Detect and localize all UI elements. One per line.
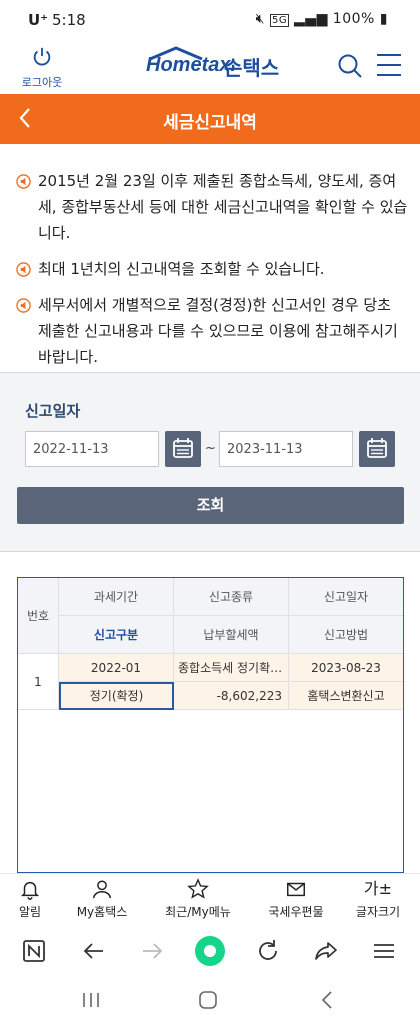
status-icons: 🔇︎ 5G ▂▄▆ 100% ▮ xyxy=(256,11,388,27)
nav-my-hometax[interactable]: My홈택스 xyxy=(60,874,144,926)
speaker-bullet-icon xyxy=(16,298,31,313)
calendar-icon xyxy=(173,438,193,458)
start-date-calendar-button[interactable] xyxy=(165,431,201,467)
nav-tax-mail[interactable]: 국세우편물 xyxy=(254,874,338,926)
notice-list: 2015년 2월 23일 이후 제출된 종합소득세, 양도세, 증여세, 종합부… xyxy=(16,168,408,380)
carrier-label: U⁺ xyxy=(28,11,49,29)
system-navigation-bar xyxy=(0,977,420,1024)
notice-text: 2015년 2월 23일 이후 제출된 종합소득세, 양도세, 증여세, 종합부… xyxy=(38,172,408,242)
query-button[interactable]: 조회 xyxy=(17,487,404,524)
mail-icon xyxy=(287,882,305,897)
browser-share-button[interactable] xyxy=(310,935,342,967)
report-date-label: 신고일자 xyxy=(25,402,81,420)
battery-label: 100% xyxy=(332,11,375,27)
end-date-calendar-button[interactable] xyxy=(359,431,395,467)
date-separator: ~ xyxy=(205,441,216,456)
page-title-bar: 세금신고내역 xyxy=(0,94,420,144)
clock: 5:18 xyxy=(52,11,86,29)
report-history-table: 번호 과세기간 신고종류 신고일자 신고구분 납부할세액 신고방법 1 2022… xyxy=(17,577,404,873)
status-bar: U⁺ 5:18 🔇︎ 5G ▂▄▆ 100% ▮ xyxy=(0,0,420,40)
green-dot-icon xyxy=(195,936,225,966)
browser-toolbar xyxy=(0,925,420,977)
naver-n-icon xyxy=(23,940,45,962)
browser-refresh-button[interactable] xyxy=(252,935,284,967)
app-header: 로그아웃 Hometax. 손택스 xyxy=(0,40,420,94)
nav-label: 최근/My메뉴 xyxy=(165,905,231,919)
column-header-category: 신고구분 xyxy=(59,616,174,654)
system-back-icon[interactable] xyxy=(318,990,336,1010)
search-button[interactable] xyxy=(336,52,364,80)
menu-line xyxy=(377,74,401,76)
menu-line xyxy=(377,64,401,66)
green-dot-button[interactable] xyxy=(194,935,226,967)
hamburger-icon xyxy=(374,944,394,958)
home-icon[interactable] xyxy=(198,990,218,1010)
column-header-no: 번호 xyxy=(18,578,59,654)
browser-menu-button[interactable] xyxy=(368,935,400,967)
nav-label: My홈택스 xyxy=(76,905,128,919)
network-label: 5G xyxy=(269,14,290,27)
bell-icon xyxy=(20,881,40,900)
logo-text: Hometax. xyxy=(146,54,237,76)
hamburger-menu-button[interactable] xyxy=(377,54,401,76)
menu-line xyxy=(377,54,401,56)
table-cell-date[interactable]: 2023-08-23 xyxy=(289,654,403,682)
browser-back-button[interactable] xyxy=(78,935,110,967)
star-icon xyxy=(187,878,209,899)
end-date-input[interactable]: 2023-11-13 xyxy=(219,431,353,467)
signal-icon: ▂▄▆ xyxy=(294,11,328,27)
page-title: 세금신고내역 xyxy=(163,113,257,133)
column-header-method: 신고방법 xyxy=(289,616,403,654)
search-icon xyxy=(338,54,362,78)
table-cell-period[interactable]: 2022-01 xyxy=(59,654,174,682)
nav-label: 국세우편물 xyxy=(268,905,324,919)
share-icon xyxy=(315,942,337,960)
arrow-right-icon xyxy=(143,943,163,959)
refresh-icon xyxy=(259,940,277,960)
notice-item: 최대 1년치의 신고내역을 조회할 수 있습니다. xyxy=(16,256,408,282)
row-number: 1 xyxy=(18,654,59,710)
table-cell-type[interactable]: 종합소득세 정기확정신고 xyxy=(174,654,289,682)
table-cell-amount[interactable]: -8,602,223 xyxy=(174,682,289,710)
mute-icon: 🔇︎ xyxy=(255,11,265,27)
nav-label: 글자크기 xyxy=(355,905,401,919)
logout-label: 로그아웃 xyxy=(21,76,63,89)
person-icon xyxy=(93,880,111,899)
search-panel: 신고일자 2022-11-13 ~ 2023-11-13 조회 xyxy=(0,372,420,552)
table-cell-category[interactable]: 정기(확정) xyxy=(59,682,174,710)
notice-text: 세무서에서 개별적으로 결정(경정)한 신고서인 경우 당초 제출한 신고내용과… xyxy=(38,296,398,366)
naver-home-button[interactable] xyxy=(18,935,50,967)
notice-item: 세무서에서 개별적으로 결정(경정)한 신고서인 경우 당초 제출한 신고내용과… xyxy=(16,292,408,370)
column-header-date: 신고일자 xyxy=(289,578,403,616)
battery-icon: ▮ xyxy=(379,11,388,27)
column-header-period: 과세기간 xyxy=(59,578,174,616)
column-header-type: 신고종류 xyxy=(174,578,289,616)
start-date-input[interactable]: 2022-11-13 xyxy=(25,431,159,467)
notice-text: 최대 1년치의 신고내역을 조회할 수 있습니다. xyxy=(38,260,325,278)
notice-item: 2015년 2월 23일 이후 제출된 종합소득세, 양도세, 증여세, 종합부… xyxy=(16,168,408,246)
nav-text-size[interactable]: 가± 글자크기 xyxy=(336,874,420,926)
nav-recent-my-menu[interactable]: 최근/My메뉴 xyxy=(156,874,240,926)
bottom-navigation: 알림 My홈택스 최근/My메뉴 국세우편물 가± 글자크기 xyxy=(0,873,420,925)
logout-button[interactable]: 로그아웃 xyxy=(18,46,66,90)
power-icon xyxy=(33,47,51,66)
arrow-left-icon xyxy=(83,943,103,959)
column-header-amount: 납부할세액 xyxy=(174,616,289,654)
logo-korean: 손택스 xyxy=(224,56,280,80)
speaker-bullet-icon xyxy=(16,262,31,277)
speaker-bullet-icon xyxy=(16,174,31,189)
text-size-icon: 가± xyxy=(363,879,393,898)
recent-apps-icon[interactable] xyxy=(80,991,102,1009)
calendar-icon xyxy=(367,438,387,458)
table-cell-method[interactable]: 홈택스변환신고 xyxy=(289,682,403,710)
browser-forward-button[interactable] xyxy=(136,935,168,967)
